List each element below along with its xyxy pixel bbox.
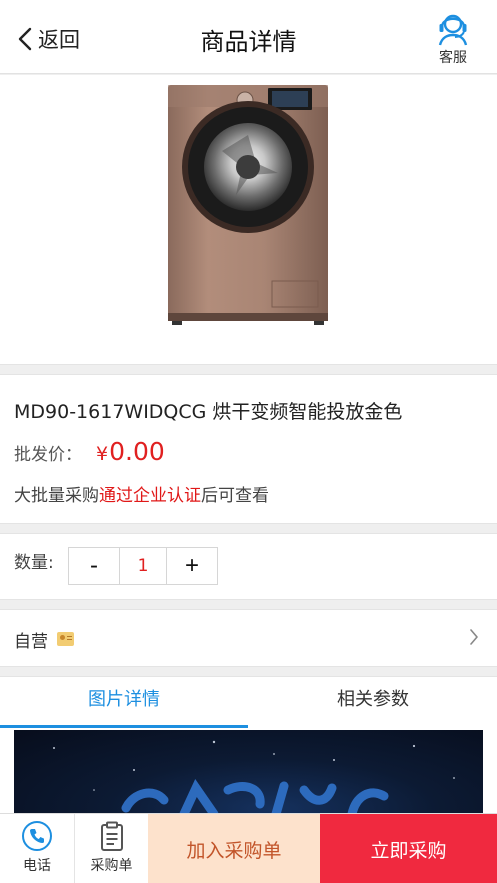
customer-service-button[interactable]: 客服	[423, 10, 483, 67]
increase-quantity-button[interactable]: +	[167, 548, 217, 584]
certification-notice: 大批量采购通过企业认证后可查看	[14, 481, 269, 506]
service-label: 客服	[439, 50, 467, 66]
notice-suffix: 后可查看	[201, 486, 269, 506]
detail-tabs: 图片详情 相关参数	[0, 676, 497, 729]
self-operated-label: 自营	[14, 632, 48, 652]
id-card-icon	[57, 632, 74, 646]
product-name: MD90-1617WIDQCG 烘干变频智能投放金色	[14, 401, 403, 423]
banner-graphic	[53, 740, 455, 818]
seller-row[interactable]: 自营	[0, 609, 497, 667]
quantity-value[interactable]: 1	[119, 548, 167, 584]
quantity-stepper: - 1 +	[68, 547, 218, 585]
detail-banner-image	[14, 730, 483, 818]
tab-related-parameters[interactable]: 相关参数	[249, 677, 497, 729]
quantity-section: 数量: - 1 +	[0, 533, 497, 600]
top-nav-bar: 返回 商品详情 客服	[0, 0, 497, 74]
decrease-quantity-button[interactable]: -	[69, 548, 119, 584]
detail-image-area	[0, 728, 497, 818]
chevron-right-icon	[470, 629, 478, 645]
purchase-list-label: 采购单	[90, 858, 133, 874]
price-amount: 0.00	[109, 437, 165, 466]
product-image-area	[0, 75, 497, 365]
phone-icon	[22, 821, 52, 851]
product-image-washing-machine[interactable]	[0, 75, 497, 365]
currency-symbol: ¥	[96, 443, 109, 465]
product-info-section: MD90-1617WIDQCG 烘干变频智能投放金色 批发价： ¥0.00 大批…	[0, 374, 497, 524]
tab-image-details[interactable]: 图片详情	[0, 677, 248, 729]
bottom-action-bar: 电话 采购单 加入采购单 立即采购	[0, 813, 497, 883]
quantity-label: 数量:	[14, 553, 54, 573]
price-value: ¥0.00	[96, 437, 165, 466]
phone-label: 电话	[23, 858, 51, 874]
buy-now-button[interactable]: 立即采购	[320, 814, 497, 883]
add-to-purchase-list-button[interactable]: 加入采购单	[148, 814, 320, 883]
purchase-list-button[interactable]: 采购单	[74, 814, 148, 883]
clipboard-list-icon	[100, 821, 123, 851]
headset-agent-icon	[438, 14, 468, 46]
price-label: 批发价：	[14, 445, 82, 465]
notice-prefix: 大批量采购	[14, 486, 99, 506]
phone-button[interactable]: 电话	[0, 814, 74, 883]
enterprise-certification-link[interactable]: 通过企业认证	[99, 486, 201, 506]
price-row: 批发价： ¥0.00	[14, 437, 165, 466]
